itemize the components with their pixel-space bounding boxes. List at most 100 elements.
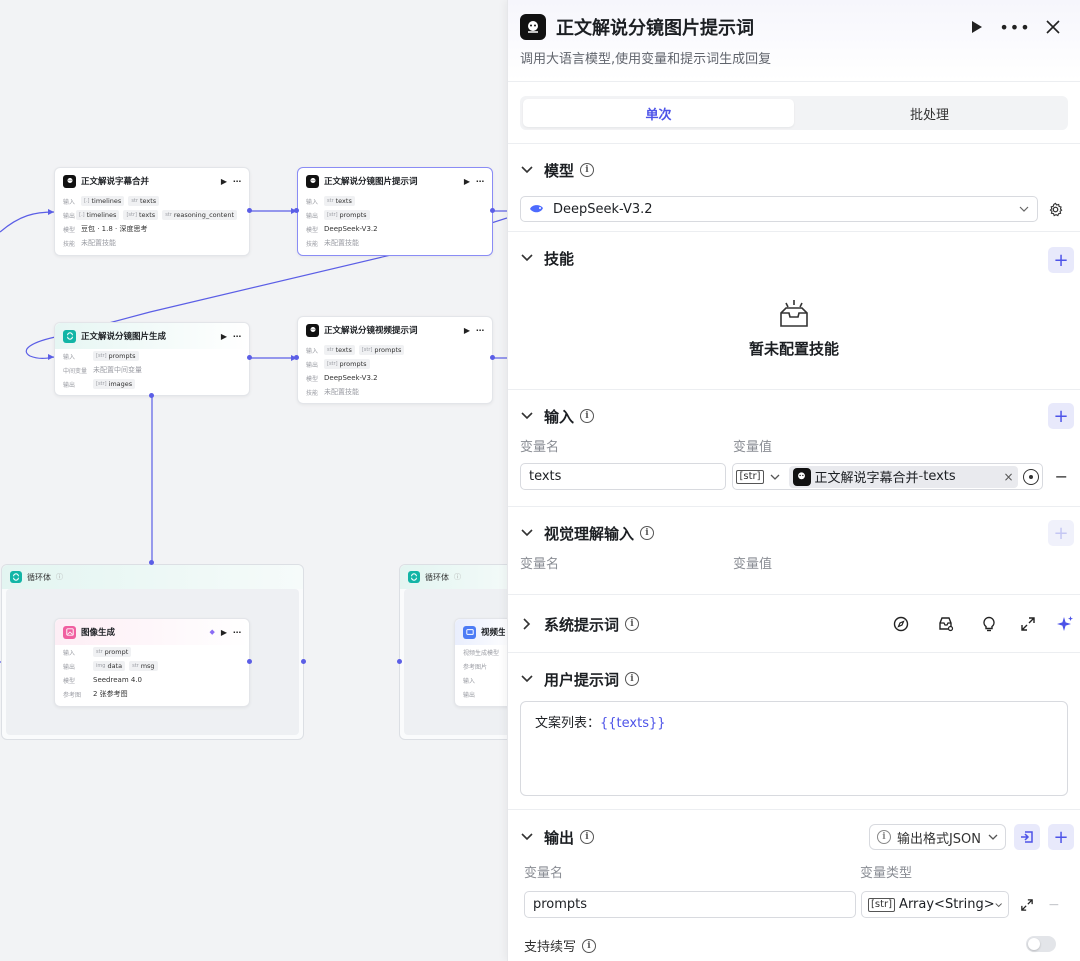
port[interactable] xyxy=(294,208,299,213)
info-icon[interactable]: i xyxy=(580,409,595,423)
port[interactable] xyxy=(149,393,154,398)
variable-chip: str prompt xyxy=(93,647,132,657)
info-icon[interactable]: i xyxy=(580,163,595,177)
remove-output-button[interactable]: − xyxy=(1048,897,1060,913)
chevron-down-icon[interactable] xyxy=(520,163,534,177)
node-field-row: 模型 DeepSeek-V3.2 xyxy=(298,222,492,236)
chevron-down-icon[interactable] xyxy=(520,526,534,540)
port[interactable] xyxy=(149,560,154,565)
more-button[interactable]: ••• xyxy=(999,13,1030,41)
column-header: 变量值 xyxy=(733,440,773,455)
expand-output-button[interactable] xyxy=(1014,892,1040,918)
node-title: 正文解说分镜图片生成 xyxy=(81,332,167,342)
node-field-row: 技能 未配置技能 xyxy=(55,236,249,250)
loop-title: 循环体 xyxy=(425,572,449,582)
run-button[interactable] xyxy=(962,13,992,41)
panel-title: 正文解说分镜图片提示词 xyxy=(556,18,754,39)
model-select[interactable]: DeepSeek-V3.2 xyxy=(520,196,1038,222)
port[interactable] xyxy=(490,208,495,213)
field-label: 中间变量 xyxy=(63,367,88,375)
port[interactable] xyxy=(490,355,495,360)
chevron-down-icon[interactable] xyxy=(520,830,534,844)
field-label: 模型 xyxy=(63,677,76,685)
column-header: 变量名 xyxy=(520,557,560,572)
node-image-prompt[interactable]: 正文解说分镜图片提示词 ▶ ⋯ 输入 str texts 输出 [str] prompts 模型 D… xyxy=(297,167,493,256)
play-icon[interactable]: ▶ xyxy=(464,177,470,186)
vid-node-icon xyxy=(463,625,476,639)
variable-reference-chip[interactable]: 正文解说字幕合并 - texts × xyxy=(788,465,1018,488)
output-type-select[interactable]: [str] Array<String> xyxy=(861,891,1009,918)
variable-chip: str texts xyxy=(324,196,355,206)
add-output-button[interactable]: + xyxy=(1048,824,1074,850)
add-input-button[interactable]: + xyxy=(1048,403,1074,429)
node-image-batch-generate[interactable]: 正文解说分镜图片生成 ▶ ⋯ 输入 [str] prompts 中间变量 未配置中间变量 输出 [… xyxy=(54,322,250,396)
user-prompt-editor[interactable]: 文案列表：{{texts}} xyxy=(520,701,1068,796)
play-icon[interactable]: ▶ xyxy=(464,326,470,335)
info-icon[interactable]: i xyxy=(625,617,640,631)
ai-generate-button[interactable] xyxy=(1052,611,1078,637)
sparkle-icon xyxy=(1057,616,1073,631)
loop-icon xyxy=(408,571,420,583)
field-label: 输入 xyxy=(306,198,319,206)
node-subtitle-merge[interactable]: 正文解说字幕合并 ▶ ⋯ 输入 [.] timelines str texts 输出 [.] tim… xyxy=(54,167,250,256)
input-var-name-field[interactable]: texts xyxy=(520,463,727,490)
play-icon[interactable]: ▶ xyxy=(221,177,227,186)
close-button[interactable] xyxy=(1038,13,1068,41)
more-icon[interactable]: ⋯ xyxy=(233,332,241,341)
more-icon[interactable]: ⋯ xyxy=(233,628,241,637)
port[interactable] xyxy=(247,659,252,664)
add-vision-input-button[interactable]: + xyxy=(1048,520,1074,546)
field-value: 豆包 · 1.8 · 深度思考 xyxy=(81,225,148,233)
info-icon: ⓘ xyxy=(56,573,63,581)
chevron-down-icon[interactable] xyxy=(520,672,534,686)
run-mode-tabs: 单次 批处理 xyxy=(520,96,1068,130)
more-icon[interactable]: ⋯ xyxy=(233,177,241,186)
model-settings-button[interactable] xyxy=(1042,196,1068,222)
field-value: 2 张参考图 xyxy=(93,690,128,698)
more-icon[interactable]: ⋯ xyxy=(476,177,484,186)
play-icon[interactable]: ▶ xyxy=(221,628,227,637)
output-format-select[interactable]: i 输出格式JSON xyxy=(868,824,1006,850)
chevron-down-icon[interactable] xyxy=(520,251,534,265)
clear-icon[interactable]: × xyxy=(1004,470,1014,484)
import-output-button[interactable] xyxy=(1014,824,1040,850)
prompt-tips-button[interactable] xyxy=(976,611,1002,637)
field-label: 输出 xyxy=(306,361,319,369)
port[interactable] xyxy=(247,208,252,213)
variable-picker-icon[interactable] xyxy=(1022,468,1039,485)
port[interactable] xyxy=(247,355,252,360)
compass-button[interactable] xyxy=(888,611,914,637)
node-field-row: 输出 [str] prompts xyxy=(298,357,492,371)
workflow-canvas[interactable]: 循环体 ⓘ 循环体 ⓘ 正文解说字幕合并 ▶ ⋯ 输入 [.] timelines str t… xyxy=(0,0,507,961)
remove-input-button[interactable]: − xyxy=(1055,467,1068,486)
info-icon[interactable]: i xyxy=(582,938,597,953)
node-config-panel: 正文解说分镜图片提示词 ••• 调用大语言模型,使用变量和提示词生成回复 单次 … xyxy=(507,0,1080,961)
continue-toggle[interactable] xyxy=(1026,936,1056,952)
node-video-generate[interactable]: 视频生 视频生成模型 参考图片 输入 输出 xyxy=(454,618,507,707)
tab-single[interactable]: 单次 xyxy=(523,99,794,127)
chevron-down-icon[interactable] xyxy=(520,409,534,423)
play-icon[interactable]: ▶ xyxy=(221,332,227,341)
chevron-down-icon[interactable] xyxy=(770,474,780,480)
port[interactable] xyxy=(397,659,402,664)
node-title: 正文解说分镜图片提示词 xyxy=(324,177,418,187)
chevron-right-icon[interactable] xyxy=(520,617,534,631)
more-icon[interactable]: ⋯ xyxy=(476,326,484,335)
port[interactable] xyxy=(301,659,306,664)
info-icon[interactable]: i xyxy=(625,672,640,686)
user-prompt-section: 用户提示词 i 文案列表：{{texts}} xyxy=(508,653,1080,810)
port[interactable] xyxy=(294,355,299,360)
field-label: 输入 xyxy=(463,677,476,685)
node-image-generate[interactable]: 图像生成 ◆ ▶ ⋯ 输入 str prompt 输出 img data str msg 模型 Seedr… xyxy=(54,618,250,707)
add-skill-button[interactable]: + xyxy=(1048,247,1074,273)
info-icon[interactable]: i xyxy=(640,526,655,540)
field-value: 未配置技能 xyxy=(324,239,359,247)
input-var-value-field[interactable]: [str] 正文解说字幕合并 - texts × xyxy=(732,463,1043,490)
variable-chip: str msg xyxy=(129,661,158,671)
info-icon[interactable]: i xyxy=(580,830,595,844)
prompt-library-button[interactable] xyxy=(932,611,958,637)
tab-batch[interactable]: 批处理 xyxy=(794,99,1065,127)
expand-button[interactable] xyxy=(1015,611,1041,637)
output-var-name-field[interactable]: prompts xyxy=(524,891,856,918)
node-video-prompt[interactable]: 正文解说分镜视频提示词 ▶ ⋯ 输入 str texts [str] prompts 输出 [st… xyxy=(297,316,493,404)
